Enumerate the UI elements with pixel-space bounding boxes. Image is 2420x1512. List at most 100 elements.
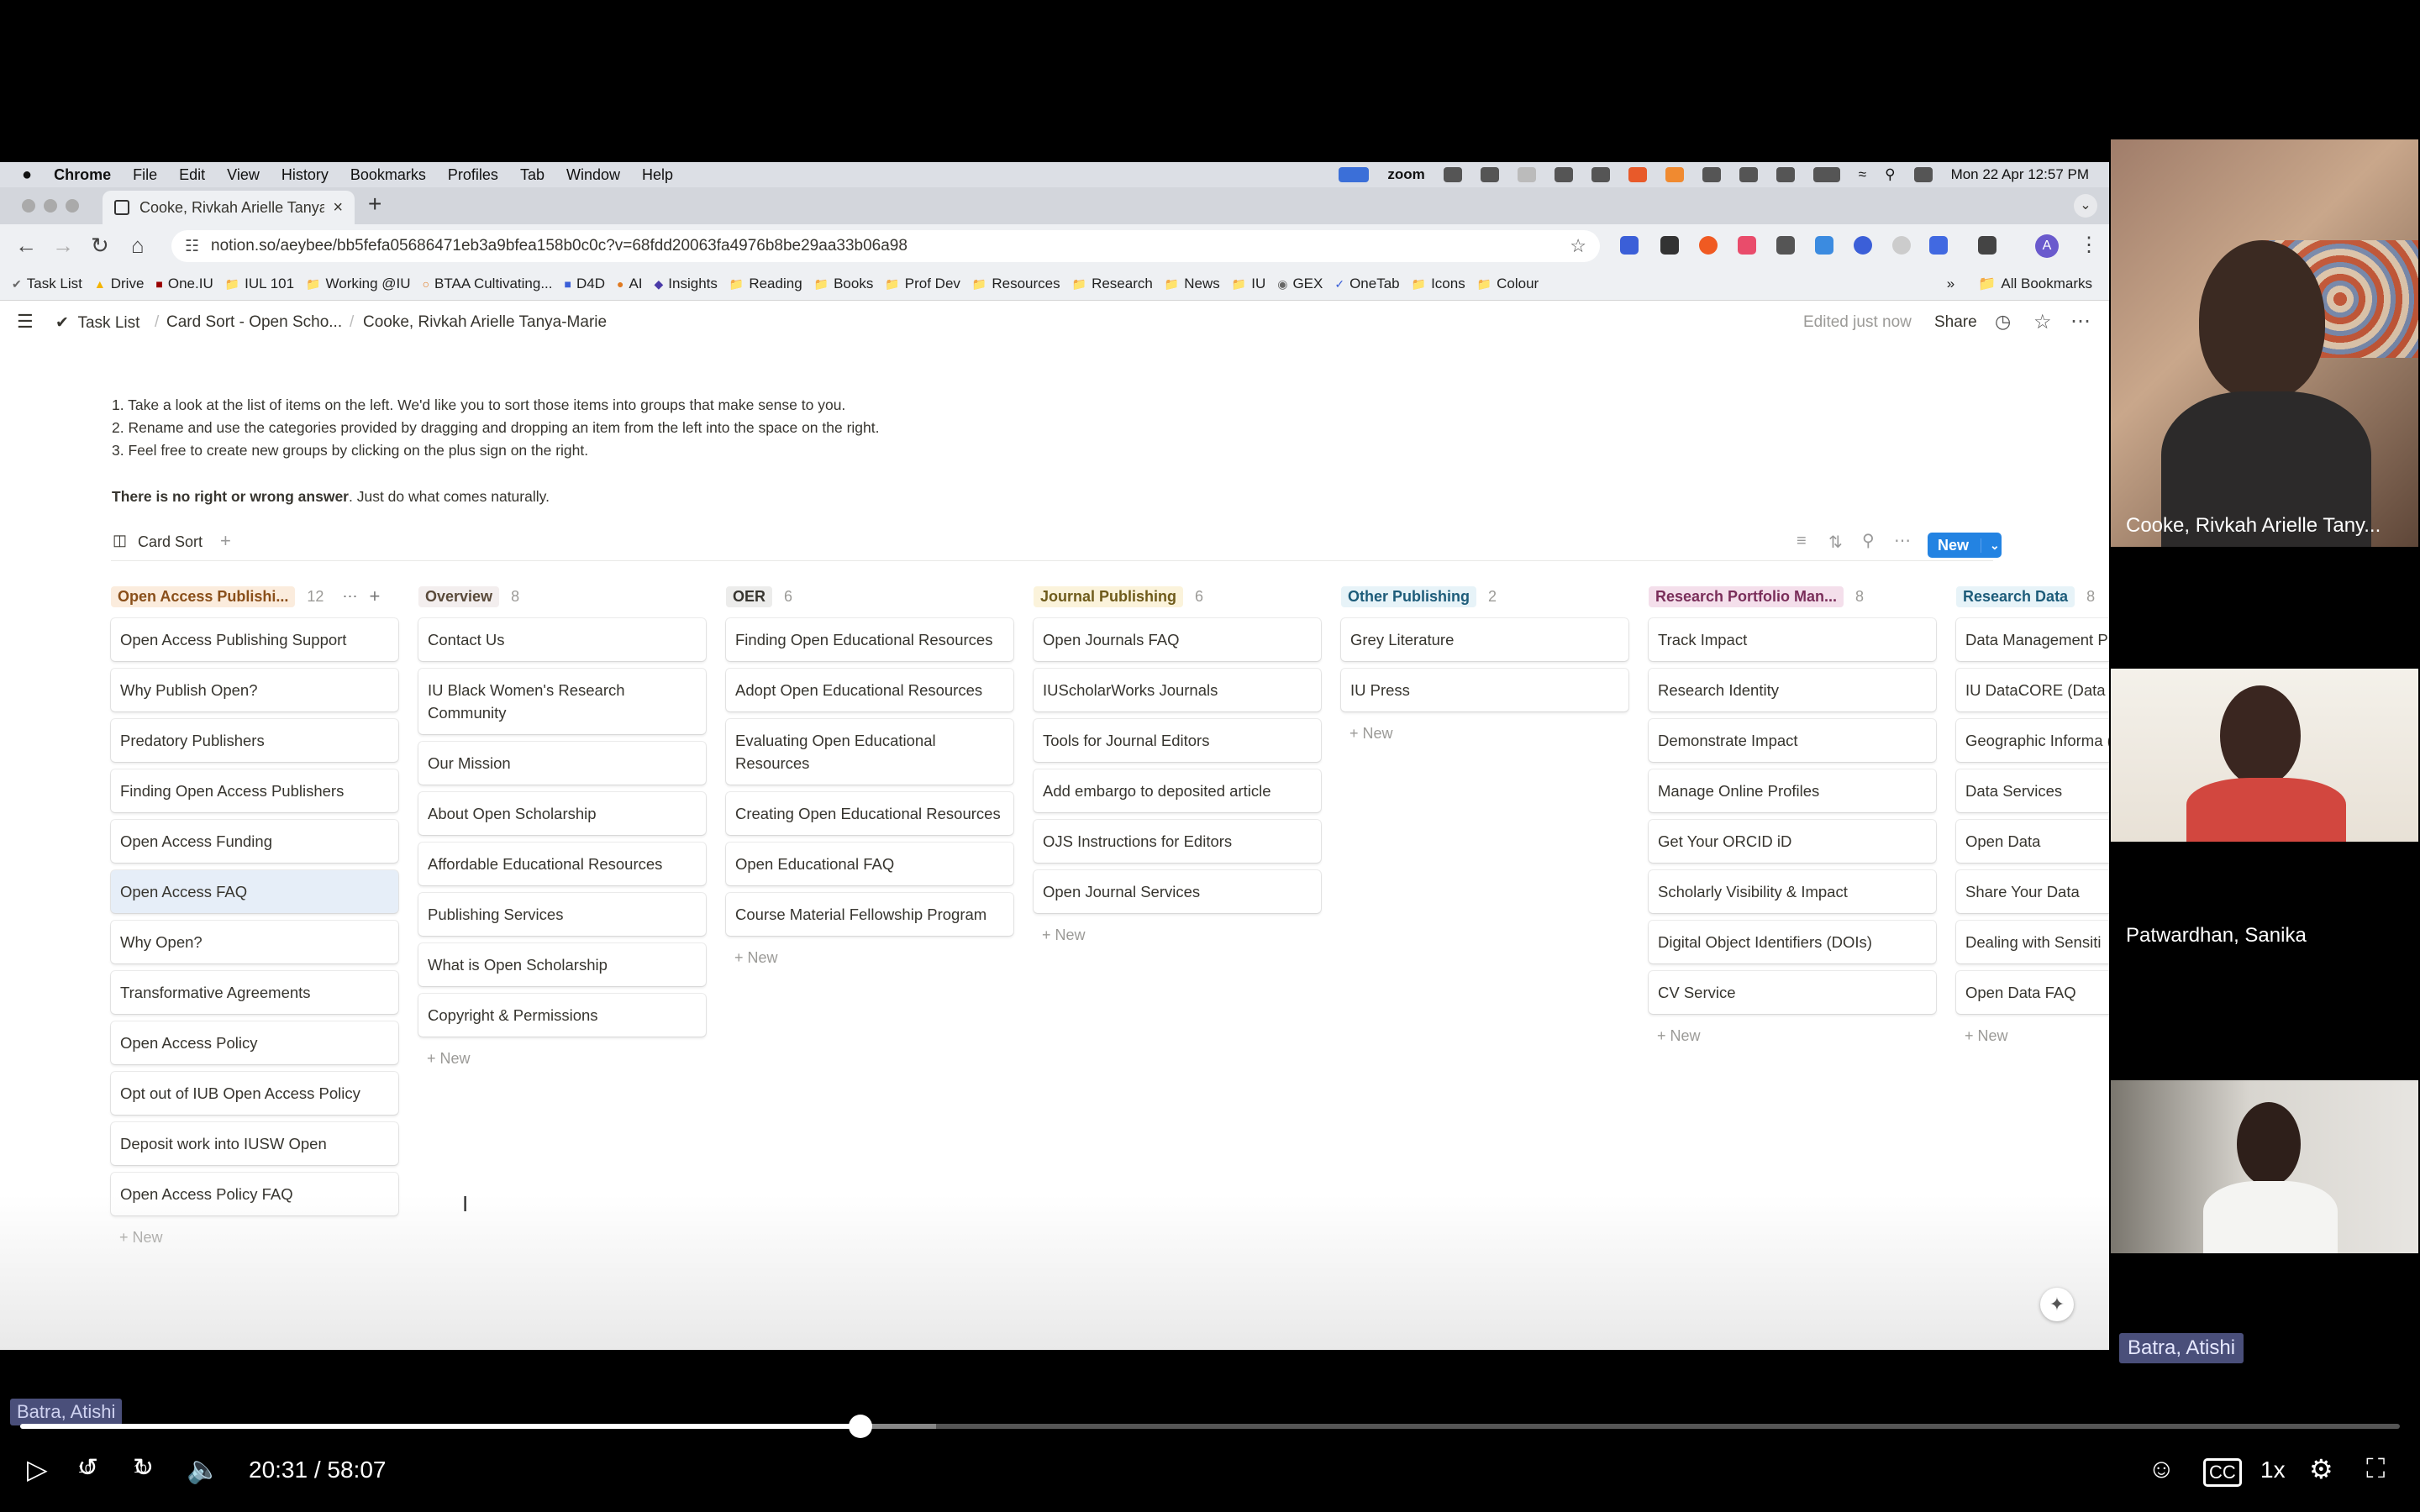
fullscreen-icon[interactable]: ⛶ xyxy=(2366,1453,2385,1485)
board-card[interactable]: Deposit work into IUSW Open xyxy=(111,1122,398,1165)
board-card[interactable]: Copyright & Permissions xyxy=(418,994,706,1037)
add-view-icon[interactable]: + xyxy=(220,530,231,552)
status-icon[interactable] xyxy=(1591,167,1610,182)
status-icon[interactable] xyxy=(1739,167,1758,182)
add-card-button[interactable]: + New xyxy=(418,1037,706,1081)
board-card[interactable]: Contact Us xyxy=(418,618,706,661)
extension-icon[interactable] xyxy=(1620,236,1639,255)
board-card[interactable]: Open Journal Services xyxy=(1034,870,1321,913)
view-tab-card-sort[interactable]: Card Sort xyxy=(138,533,203,551)
chevron-down-icon[interactable]: ⌄ xyxy=(1981,538,2000,553)
bookmark-folder[interactable]: 📁 Books xyxy=(814,276,874,292)
favorite-star-icon[interactable]: ☆ xyxy=(2033,310,2052,334)
window-minimize-icon[interactable] xyxy=(44,199,57,213)
app-icon[interactable] xyxy=(1628,167,1647,182)
extension-icon[interactable] xyxy=(1660,236,1679,255)
menu-tab[interactable]: Tab xyxy=(520,166,544,184)
new-item-button[interactable]: New ⌄ xyxy=(1928,533,2002,558)
board-card[interactable]: Creating Open Educational Resources xyxy=(726,792,1013,835)
profile-avatar[interactable]: A xyxy=(2035,234,2059,258)
menu-help[interactable]: Help xyxy=(642,166,673,184)
column-title[interactable]: Overview xyxy=(418,585,500,607)
column-header[interactable]: Research Portfolio Man... 8 xyxy=(1649,582,1936,611)
app-icon[interactable] xyxy=(1665,167,1684,182)
moon-icon[interactable] xyxy=(1517,167,1536,182)
extension-icon[interactable] xyxy=(1929,236,1948,255)
wifi-icon[interactable]: ≈ xyxy=(1859,166,1866,183)
column-title[interactable]: OER xyxy=(726,585,773,607)
menu-profiles[interactable]: Profiles xyxy=(448,166,498,184)
board-card[interactable]: CV Service xyxy=(1649,971,1936,1014)
bookmark-item[interactable]: ● AI xyxy=(617,276,643,292)
extension-icon[interactable] xyxy=(1699,236,1718,255)
updates-clock-icon[interactable]: ◷ xyxy=(1995,311,2011,333)
address-bar[interactable]: ☷ notion.so/aeybee/bb5fefa05686471eb3a9b… xyxy=(171,230,1600,262)
column-title[interactable]: Open Access Publishi... xyxy=(111,585,296,607)
audio-description-icon[interactable]: ☺ xyxy=(2148,1453,2175,1484)
add-card-button[interactable]: + New xyxy=(726,936,1013,980)
bookmark-folder[interactable]: 📁 Prof Dev xyxy=(885,276,960,292)
bookmark-folder[interactable]: 📁 Research xyxy=(1072,276,1153,292)
reload-icon[interactable]: ↻ xyxy=(91,233,109,259)
column-title[interactable]: Research Portfolio Man... xyxy=(1649,585,1844,607)
extensions-puzzle-icon[interactable] xyxy=(1978,236,1996,255)
board-card[interactable]: Manage Online Profiles xyxy=(1649,769,1936,812)
play-icon[interactable]: ▷ xyxy=(27,1453,48,1485)
board-card[interactable]: Finding Open Access Publishers xyxy=(111,769,398,812)
ai-sparkle-icon[interactable]: ✦ xyxy=(2040,1288,2074,1321)
board-card[interactable]: Geographic Informa (GIS) Services xyxy=(1956,719,2109,762)
sidebar-toggle-icon[interactable]: ☰ xyxy=(17,311,34,333)
participant-tile-3[interactable] xyxy=(2111,1080,2418,1253)
board-card[interactable]: Tools for Journal Editors xyxy=(1034,719,1321,762)
apple-icon[interactable]: ● xyxy=(22,165,32,185)
board-card[interactable]: Data Services xyxy=(1956,769,2109,812)
board-card[interactable]: Open Data FAQ xyxy=(1956,971,2109,1014)
column-more-icon[interactable]: ⋯ xyxy=(342,588,357,606)
board-card[interactable]: Evaluating Open Educational Resources xyxy=(726,719,1013,785)
board-card[interactable]: IUScholarWorks Journals xyxy=(1034,669,1321,711)
board-card[interactable]: Research Identity xyxy=(1649,669,1936,711)
bookmark-star-icon[interactable]: ☆ xyxy=(1570,235,1586,257)
bookmark-folder[interactable]: 📁 Colour xyxy=(1477,276,1539,292)
zoom-menu[interactable]: zoom xyxy=(1387,166,1424,183)
bookmark-folder[interactable]: 📁 Resources xyxy=(972,276,1060,292)
window-close-icon[interactable] xyxy=(22,199,35,213)
bookmark-folder[interactable]: 📁 IU xyxy=(1232,276,1265,292)
menu-history[interactable]: History xyxy=(281,166,329,184)
board-card[interactable]: Our Mission xyxy=(418,742,706,785)
menu-edit[interactable]: Edit xyxy=(179,166,205,184)
board-card[interactable]: Open Access Publishing Support xyxy=(111,618,398,661)
breadcrumb-page[interactable]: Cooke, Rivkah Arielle Tanya-Marie xyxy=(363,313,607,332)
column-header[interactable]: OER 6 xyxy=(726,582,1013,611)
breadcrumb-card-sort[interactable]: Card Sort - Open Scho... xyxy=(166,313,342,332)
new-tab-icon[interactable]: + xyxy=(368,191,381,218)
battery-icon[interactable] xyxy=(1812,167,1840,182)
all-bookmarks[interactable]: » 📁 All Bookmarks xyxy=(1947,268,2092,300)
board-card[interactable]: Open Journals FAQ xyxy=(1034,618,1321,661)
add-card-button[interactable]: + New xyxy=(1956,1014,2109,1058)
cloud-icon[interactable] xyxy=(1480,167,1499,182)
address-url[interactable]: notion.so/aeybee/bb5fefa05686471eb3a9bfe… xyxy=(211,237,908,255)
board-card[interactable]: Dealing with Sensiti xyxy=(1956,921,2109,963)
menu-view[interactable]: View xyxy=(227,166,260,184)
add-card-button[interactable]: + New xyxy=(1649,1014,1936,1058)
add-card-button[interactable]: + New xyxy=(1034,913,1321,958)
board-card[interactable]: Get Your ORCID iD xyxy=(1649,820,1936,863)
bookmark-folder[interactable]: 📁 Reading xyxy=(729,276,802,292)
closed-captions-icon[interactable]: CC xyxy=(2203,1458,2242,1487)
board-card[interactable]: IU Press xyxy=(1341,669,1628,711)
sort-icon[interactable]: ⇅ xyxy=(1828,532,1843,553)
board-card[interactable]: Why Publish Open? xyxy=(111,669,398,711)
board-card[interactable]: Publishing Services xyxy=(418,893,706,936)
forward-icon[interactable]: → xyxy=(52,233,74,259)
board-card[interactable]: IU DataCORE (Data xyxy=(1956,669,2109,711)
menu-bookmarks[interactable]: Bookmarks xyxy=(350,166,426,184)
board-card[interactable]: Track Impact xyxy=(1649,618,1936,661)
tab-close-icon[interactable]: × xyxy=(333,198,343,218)
participant-tile-1[interactable]: Cooke, Rivkah Arielle Tany... xyxy=(2111,139,2418,547)
bookmark-folder[interactable]: 📁 News xyxy=(1165,276,1220,292)
settings-gear-icon[interactable]: ⚙ xyxy=(2309,1453,2333,1485)
board-card[interactable]: Affordable Educational Resources xyxy=(418,843,706,885)
board-card[interactable]: Course Material Fellowship Program xyxy=(726,893,1013,936)
menu-app-name[interactable]: Chrome xyxy=(54,166,111,184)
